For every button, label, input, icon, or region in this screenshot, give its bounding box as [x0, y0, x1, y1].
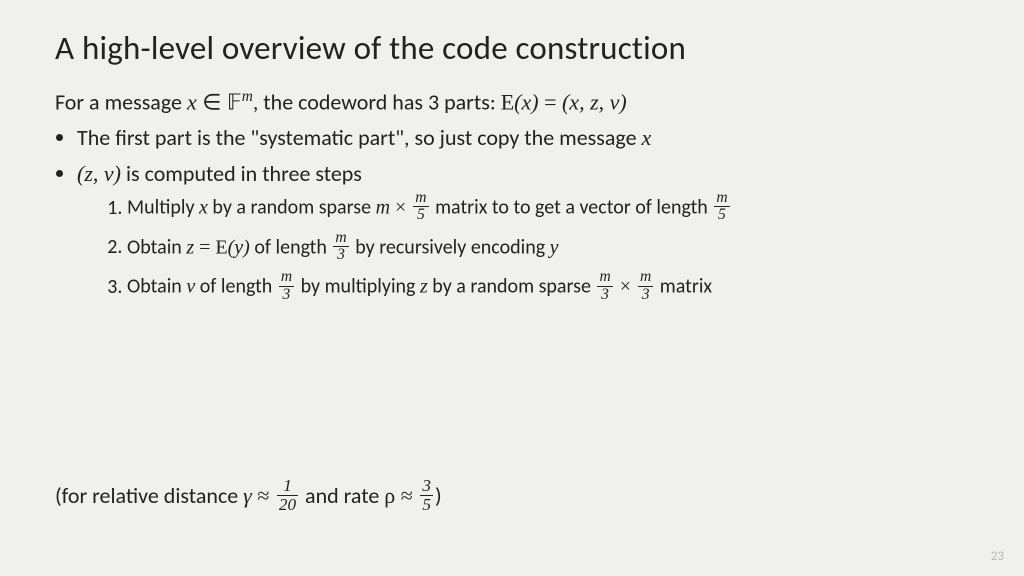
var-x: x	[187, 89, 197, 114]
text: , the codeword has 3 parts:	[253, 88, 501, 115]
frac-den: 20	[277, 496, 298, 514]
slide-body: For a message x ∈ 𝔽m, the codeword has 3…	[55, 86, 969, 305]
paren-x: (x)	[514, 89, 538, 114]
var-x: x	[199, 197, 208, 219]
frac-num: m	[279, 269, 294, 286]
sym-eq: =	[194, 236, 215, 258]
paren-y: (y)	[228, 236, 250, 258]
sym-times: ×	[390, 197, 411, 219]
slide-title: A high-level overview of the code constr…	[55, 28, 969, 68]
frac-3-5: 35	[420, 477, 433, 514]
frac-m-3: m3	[638, 269, 653, 303]
text: Multiply	[127, 196, 199, 220]
bullet-list: The first part is the "systematic part",…	[55, 122, 969, 305]
sym-field: 𝔽	[227, 89, 242, 114]
frac-m-5: m5	[413, 190, 428, 224]
text: (for relative distance	[55, 482, 243, 509]
page-number: 23	[991, 549, 1004, 564]
footnote: (for relative distance γ ≈ 120 and rate …	[55, 479, 442, 516]
frac-num: m	[714, 190, 729, 207]
frac-den: 3	[333, 247, 348, 263]
frac-den: 5	[714, 207, 729, 223]
frac-num: 3	[420, 477, 433, 496]
frac-den: 5	[413, 207, 428, 223]
var-z: z	[420, 276, 428, 298]
var-gamma: γ	[243, 483, 252, 508]
frac-1-20: 120	[277, 477, 298, 514]
frac-den: 5	[420, 496, 433, 514]
text: is computed in three steps	[121, 160, 362, 187]
text: Obtain	[127, 275, 186, 299]
sym-eq: =	[539, 89, 562, 114]
var-m: m	[376, 197, 390, 219]
text: matrix	[655, 275, 712, 299]
frac-den: 3	[597, 287, 612, 303]
frac-m-3: m3	[597, 269, 612, 303]
sym-in: ∈	[197, 89, 227, 114]
text: by recursively encoding	[351, 235, 550, 259]
bullet-zv-steps: (z, v) is computed in three steps Multip…	[77, 158, 969, 305]
text: Obtain	[127, 235, 186, 259]
frac-num: 1	[277, 477, 298, 496]
sym-times: ×	[615, 276, 636, 298]
tuple-zv: (z, v)	[77, 161, 121, 186]
text: by multiplying	[296, 275, 420, 299]
step-1: Multiply x by a random sparse m × m5 mat…	[127, 192, 969, 226]
text: of length	[195, 275, 277, 299]
sym-approx: ≈	[252, 483, 275, 508]
var-v: v	[186, 276, 195, 298]
frac-m-3: m3	[333, 230, 348, 264]
bullet-systematic: The first part is the "systematic part",…	[77, 122, 969, 154]
intro-line: For a message x ∈ 𝔽m, the codeword has 3…	[55, 86, 969, 118]
frac-num: m	[597, 269, 612, 286]
frac-num: m	[638, 269, 653, 286]
slide: A high-level overview of the code constr…	[0, 0, 1024, 576]
frac-num: m	[413, 190, 428, 207]
text: and rate	[300, 482, 384, 509]
text: matrix to to get a vector of length	[431, 196, 713, 220]
text: The first part is the "systematic part",…	[77, 124, 642, 151]
var-z: z	[186, 236, 194, 258]
tuple-xzv: (x, z, v)	[562, 89, 627, 114]
frac-num: m	[333, 230, 348, 247]
sym-approx: ≈	[395, 483, 418, 508]
steps-list: Multiply x by a random sparse m × m5 mat…	[77, 192, 969, 305]
step-3: Obtain v of length m3 by multiplying z b…	[127, 271, 969, 305]
func-E: E	[501, 89, 514, 114]
frac-m-5: m5	[714, 190, 729, 224]
var-x: x	[642, 125, 652, 150]
text: )	[435, 482, 442, 509]
frac-m-3: m3	[279, 269, 294, 303]
func-E: E	[215, 236, 227, 258]
step-2: Obtain z = E(y) of length m3 by recursiv…	[127, 232, 969, 266]
text: by a random sparse	[208, 196, 376, 220]
var-y: y	[550, 236, 559, 258]
text: by a random sparse	[428, 275, 596, 299]
frac-den: 3	[279, 287, 294, 303]
var-rho: ρ	[384, 483, 395, 508]
text: For a message	[55, 88, 187, 115]
sup-m: m	[242, 88, 253, 105]
frac-den: 3	[638, 287, 653, 303]
text: of length	[250, 235, 332, 259]
